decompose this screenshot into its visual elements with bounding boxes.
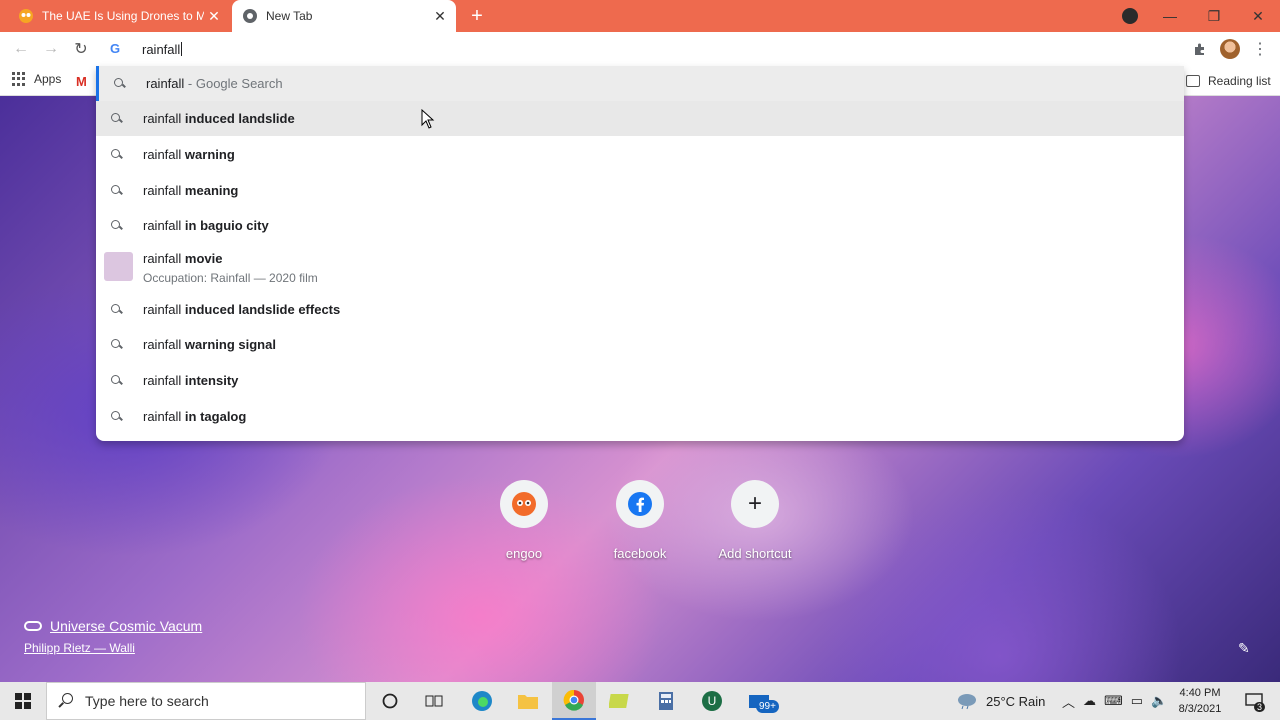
taskbar-clock[interactable]: 4:40 PM 8/3/2021 (1172, 685, 1228, 717)
suggestion-item[interactable]: rainfall in tagalog (96, 399, 1184, 434)
volume-icon[interactable]: 🔈 (1151, 693, 1167, 709)
google-icon: G (110, 41, 121, 56)
forward-icon[interactable]: → (40, 38, 62, 60)
omnibox[interactable]: G rainfall (96, 32, 1184, 66)
suggestion-item[interactable]: rainfall induced landslide effects (96, 292, 1184, 327)
suggestion-movie[interactable]: rainfall movie Occupation: Rainfall — 20… (96, 245, 1184, 291)
background-author-link[interactable]: Philipp Rietz — Walli (24, 641, 135, 655)
tab-strip: The UAE Is Using Drones to Make ✕ New Ta… (0, 0, 1280, 32)
facebook-icon (616, 480, 664, 528)
search-icon (110, 219, 124, 233)
mouse-cursor-icon (421, 109, 435, 129)
plus-icon: + (731, 480, 779, 528)
input-method-icon[interactable]: ⌨ (1104, 693, 1123, 709)
omnibox-input[interactable]: rainfall (142, 41, 183, 57)
close-icon[interactable]: ✕ (430, 6, 450, 26)
suggestion-item[interactable]: rainfall warning (96, 137, 1184, 172)
new-tab-button[interactable]: + (466, 5, 488, 27)
search-icon (110, 184, 124, 198)
shortcut-engoo[interactable]: engoo (474, 480, 574, 561)
search-icon (110, 410, 124, 424)
omnibox-suggestions: rainfall - Google Search rainfall induce… (96, 66, 1184, 441)
chrome-taskbar-icon[interactable] (552, 682, 596, 720)
notifications-badge: 3 (1254, 702, 1266, 712)
tab-uae-drones[interactable]: The UAE Is Using Drones to Make ✕ (8, 0, 230, 32)
close-window-icon[interactable]: ✕ (1236, 0, 1280, 32)
suggestion-item[interactable]: rainfall - Google Search (96, 66, 1184, 101)
taskbar: Type here to search U 99+ 25°C Rain ︿ ☁ … (0, 682, 1280, 720)
engoo-icon (500, 480, 548, 528)
file-explorer-icon[interactable] (506, 682, 550, 720)
suggestion-item[interactable]: rainfall induced landslide (96, 101, 1184, 136)
reading-list-button[interactable]: Reading list (1186, 74, 1271, 88)
suggestion-item[interactable]: rainfall in baguio city (96, 208, 1184, 243)
network-icon[interactable]: ▭ (1131, 693, 1143, 709)
calculator-icon[interactable] (644, 682, 688, 720)
menu-icon[interactable]: ⋮ (1251, 40, 1269, 58)
reading-list-icon (1186, 75, 1200, 87)
onedrive-icon[interactable]: ☁ (1083, 693, 1096, 709)
movie-subtitle: Occupation: Rainfall — 2020 film (143, 271, 318, 285)
notes-app-icon[interactable] (598, 682, 642, 720)
upwork-icon[interactable]: U (690, 682, 734, 720)
search-icon (57, 693, 73, 709)
movie-thumbnail (104, 252, 133, 281)
gmail-icon[interactable]: M (76, 74, 87, 89)
tab-title: New Tab (266, 9, 313, 23)
cortana-icon[interactable] (368, 682, 412, 720)
shortcut-facebook[interactable]: facebook (590, 480, 690, 561)
close-icon[interactable]: ✕ (204, 6, 224, 26)
apps-label: Apps (34, 72, 62, 86)
suggestion-item[interactable]: rainfall warning signal (96, 327, 1184, 362)
chrome-icon (242, 8, 258, 24)
reload-icon[interactable]: ↻ (70, 38, 92, 60)
apps-grid-icon (12, 72, 26, 86)
tab-search-icon[interactable] (1122, 8, 1138, 24)
search-icon (110, 303, 124, 317)
minimize-icon[interactable]: — (1148, 0, 1192, 32)
customize-pencil-icon[interactable]: ✎ (1238, 640, 1254, 656)
shortcut-label: Add shortcut (718, 546, 792, 561)
system-tray: ︿ ☁ ⌨ ▭ 🔈 (1062, 682, 1167, 720)
task-view-icon[interactable] (412, 682, 456, 720)
taskbar-search-input[interactable]: Type here to search (46, 682, 366, 720)
background-title-link[interactable]: Universe Cosmic Vacum (24, 618, 202, 634)
add-shortcut-button[interactable]: + Add shortcut (705, 480, 805, 561)
suggestion-item[interactable]: rainfall meaning (96, 173, 1184, 208)
extensions-icon[interactable] (1191, 40, 1209, 58)
mail-badge: 99+ (756, 700, 779, 713)
search-icon (110, 374, 124, 388)
tab-new-tab[interactable]: New Tab ✕ (232, 0, 456, 32)
profile-avatar[interactable] (1220, 39, 1240, 59)
search-icon (110, 338, 124, 352)
search-icon (113, 77, 127, 91)
suggestion-item[interactable]: rainfall intensity (96, 363, 1184, 398)
window-controls: — ❐ ✕ (1148, 0, 1280, 32)
edge-icon[interactable] (460, 682, 504, 720)
reading-list-label: Reading list (1208, 74, 1271, 88)
back-icon[interactable]: ← (10, 38, 32, 60)
chevron-up-icon[interactable]: ︿ (1062, 692, 1075, 711)
weather-widget[interactable]: 25°C Rain (956, 682, 1045, 720)
tab-favicon-icon (18, 8, 34, 24)
shortcut-label: facebook (613, 546, 667, 561)
cloud-rain-icon (958, 694, 976, 710)
apps-bookmark[interactable]: Apps (12, 72, 61, 86)
link-icon (24, 621, 42, 631)
search-icon (110, 148, 124, 162)
shortcut-label: engoo (505, 546, 543, 561)
mail-icon[interactable]: 99+ (736, 682, 782, 720)
search-icon (110, 112, 124, 126)
svg-text:U: U (708, 694, 717, 708)
tab-title: The UAE Is Using Drones to Make (42, 9, 204, 23)
notifications-icon[interactable]: 3 (1234, 682, 1274, 720)
windows-start-icon[interactable] (0, 682, 46, 720)
restore-icon[interactable]: ❐ (1192, 0, 1236, 32)
